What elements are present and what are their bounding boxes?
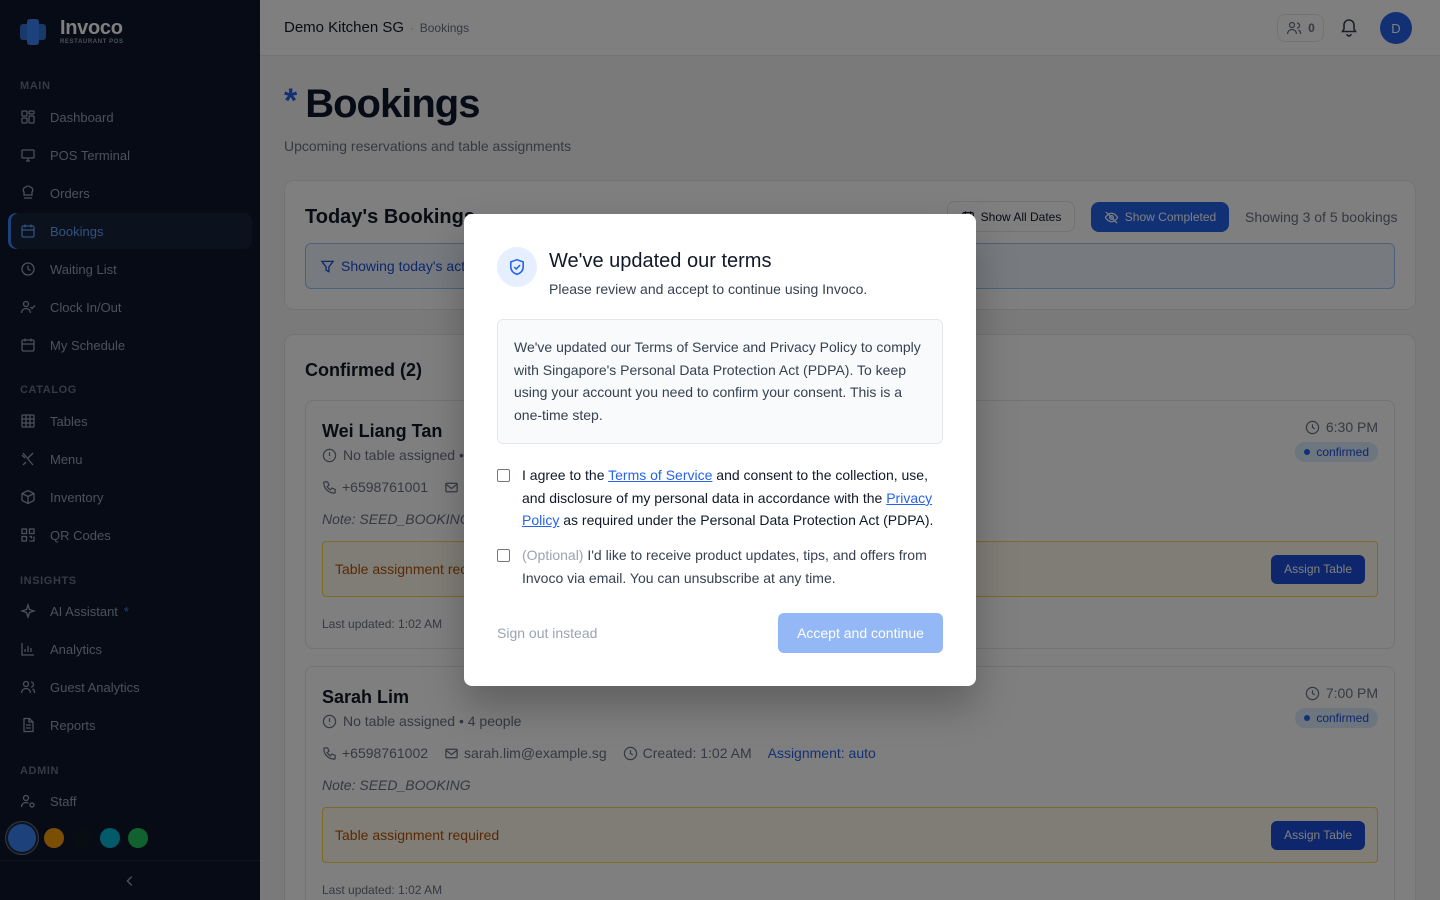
dialog-title: We've updated our terms xyxy=(549,250,772,272)
agree-suffix: as required under the Personal Data Prot… xyxy=(559,512,934,529)
shield-check-icon xyxy=(497,247,537,287)
accept-continue-button[interactable]: Accept and continue xyxy=(778,613,943,653)
terms-notice: We've updated our Terms of Service and P… xyxy=(497,319,943,444)
terms-update-dialog: We've updated our terms Please review an… xyxy=(464,214,976,686)
optional-tag: (Optional) xyxy=(522,547,584,563)
agree-prefix: I agree to the xyxy=(522,467,609,483)
optional-text: I'd like to receive product updates, tip… xyxy=(522,547,927,586)
agree-terms-label: I agree to the Terms of Service and cons… xyxy=(522,464,942,532)
marketing-opt-in-checkbox[interactable] xyxy=(497,549,510,562)
marketing-opt-in-label: (Optional) I'd like to receive product u… xyxy=(522,544,942,589)
terms-of-service-link[interactable]: Terms of Service xyxy=(608,467,712,483)
agree-terms-checkbox[interactable] xyxy=(497,469,510,482)
sign-out-button[interactable]: Sign out instead xyxy=(497,625,597,641)
dialog-subtitle: Please review and accept to continue usi… xyxy=(549,281,868,297)
